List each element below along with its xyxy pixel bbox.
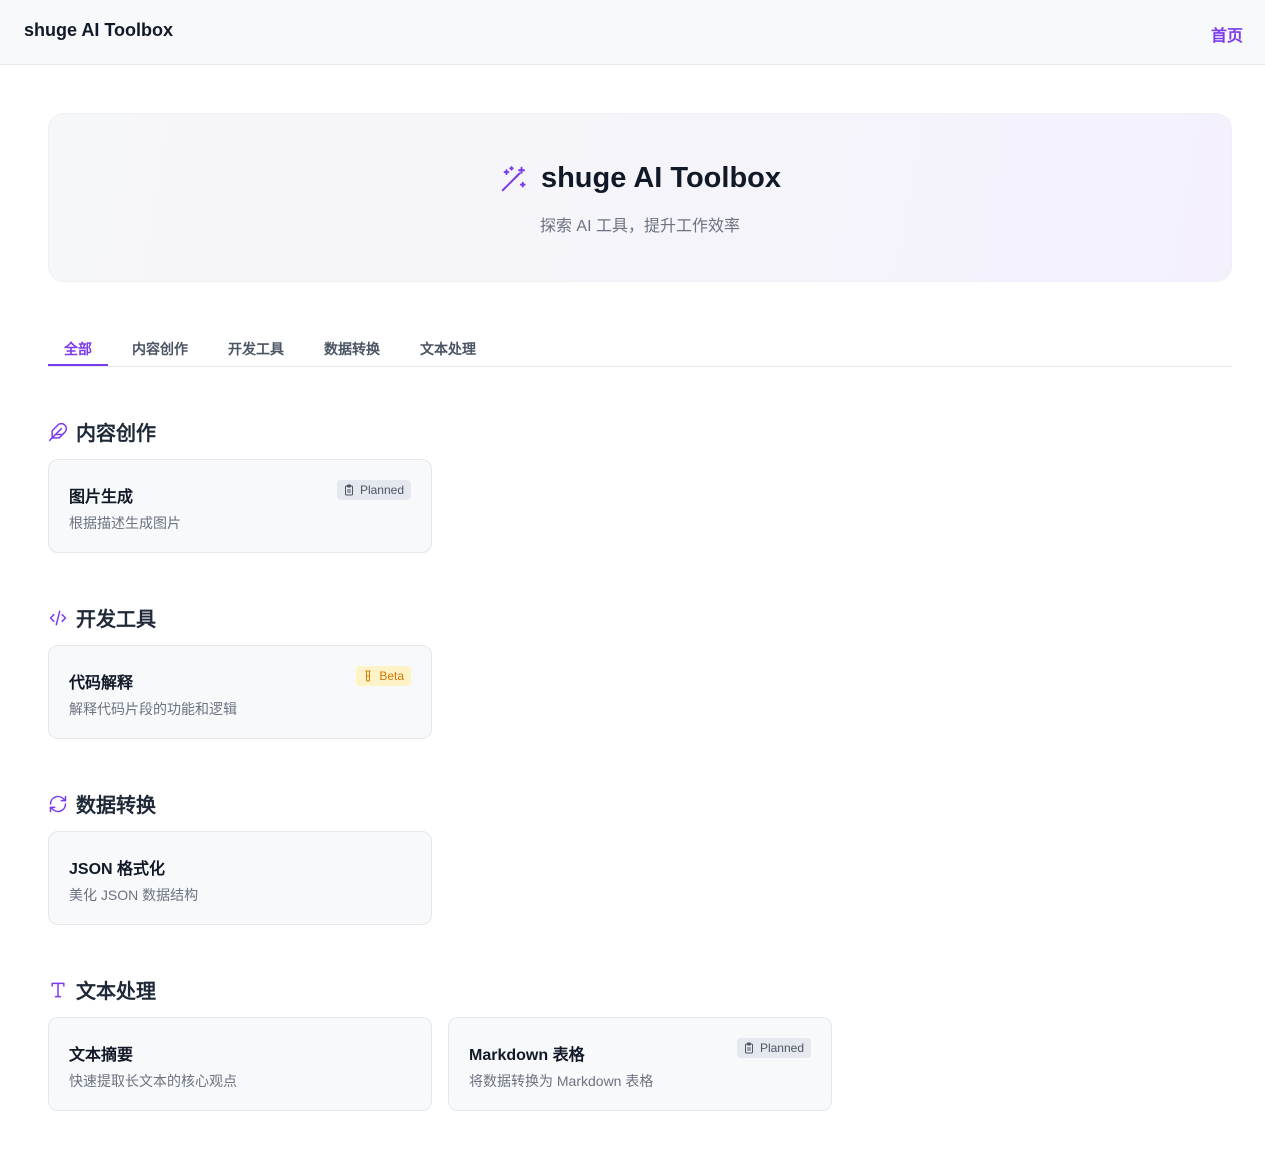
- section-header-dev-tools: 开发工具: [48, 603, 156, 632]
- tool-card-description: 美化 JSON 数据结构: [69, 887, 199, 903]
- tool-card-description: 解释代码片段的功能和逻辑: [69, 701, 237, 717]
- section-title: 文本处理: [76, 981, 156, 1003]
- tool-card-description: 快速提取长文本的核心观点: [69, 1073, 237, 1089]
- category-tabs: 全部 内容创作 开发工具 数据转换 文本处理: [48, 330, 1232, 367]
- tab-content-creation[interactable]: 内容创作: [132, 339, 188, 359]
- clipboard-icon: [743, 1042, 755, 1054]
- tool-card-title: 图片生成: [69, 489, 134, 506]
- active-tab-indicator: [48, 364, 108, 366]
- hero-subtitle: 探索 AI 工具，提升工作效率: [539, 218, 740, 235]
- tool-card-title: Markdown 表格: [469, 1047, 585, 1064]
- section-header-content-creation: 内容创作: [48, 417, 156, 446]
- feather-icon: [48, 422, 68, 442]
- tool-card-code-explain[interactable]: 代码解释 解释代码片段的功能和逻辑 Beta: [48, 645, 432, 739]
- tab-dev-tools[interactable]: 开发工具: [228, 339, 284, 359]
- tab-text-processing[interactable]: 文本处理: [420, 339, 476, 359]
- home-nav-link[interactable]: 首页: [1211, 22, 1243, 46]
- section-header-data-conversion: 数据转换: [48, 789, 156, 818]
- tool-card-json-format[interactable]: JSON 格式化 美化 JSON 数据结构: [48, 831, 432, 925]
- tool-card-image-generation[interactable]: 图片生成 根据描述生成图片 Planned: [48, 459, 432, 553]
- status-badge-beta: Beta: [356, 666, 411, 686]
- section-title: 数据转换: [76, 795, 156, 817]
- status-badge-planned: Planned: [336, 480, 411, 500]
- badge-label: Beta: [379, 669, 404, 683]
- section-header-text-processing: 文本处理: [48, 975, 156, 1004]
- status-badge-planned: Planned: [736, 1038, 811, 1058]
- tool-card-markdown-table[interactable]: Markdown 表格 将数据转换为 Markdown 表格 Planned: [448, 1017, 832, 1111]
- tool-card-title: JSON 格式化: [69, 861, 166, 878]
- magic-wand-icon: [499, 164, 529, 194]
- badge-label: Planned: [359, 483, 404, 497]
- tool-card-title: 代码解释: [69, 675, 134, 692]
- text-type-icon: [48, 980, 68, 1000]
- section-title: 开发工具: [76, 609, 156, 631]
- refresh-icon: [48, 794, 68, 814]
- tool-card-description: 将数据转换为 Markdown 表格: [469, 1073, 654, 1089]
- hero-banner: shuge AI Toolbox 探索 AI 工具，提升工作效率: [48, 113, 1232, 282]
- code-icon: [48, 608, 68, 628]
- tool-card-title: 文本摘要: [69, 1047, 134, 1064]
- top-navbar: shuge AI Toolbox 首页: [0, 0, 1265, 65]
- flask-icon: [362, 670, 374, 682]
- clipboard-icon: [343, 484, 355, 496]
- badge-label: Planned: [759, 1041, 804, 1055]
- tool-card-text-summary[interactable]: 文本摘要 快速提取长文本的核心观点: [48, 1017, 432, 1111]
- tool-card-description: 根据描述生成图片: [69, 515, 181, 531]
- section-title: 内容创作: [76, 423, 156, 445]
- brand-logo-text[interactable]: shuge AI Toolbox: [24, 20, 173, 41]
- hero-title: shuge AI Toolbox: [540, 162, 782, 194]
- tab-data-conversion[interactable]: 数据转换: [324, 339, 380, 359]
- tab-all[interactable]: 全部: [64, 339, 92, 359]
